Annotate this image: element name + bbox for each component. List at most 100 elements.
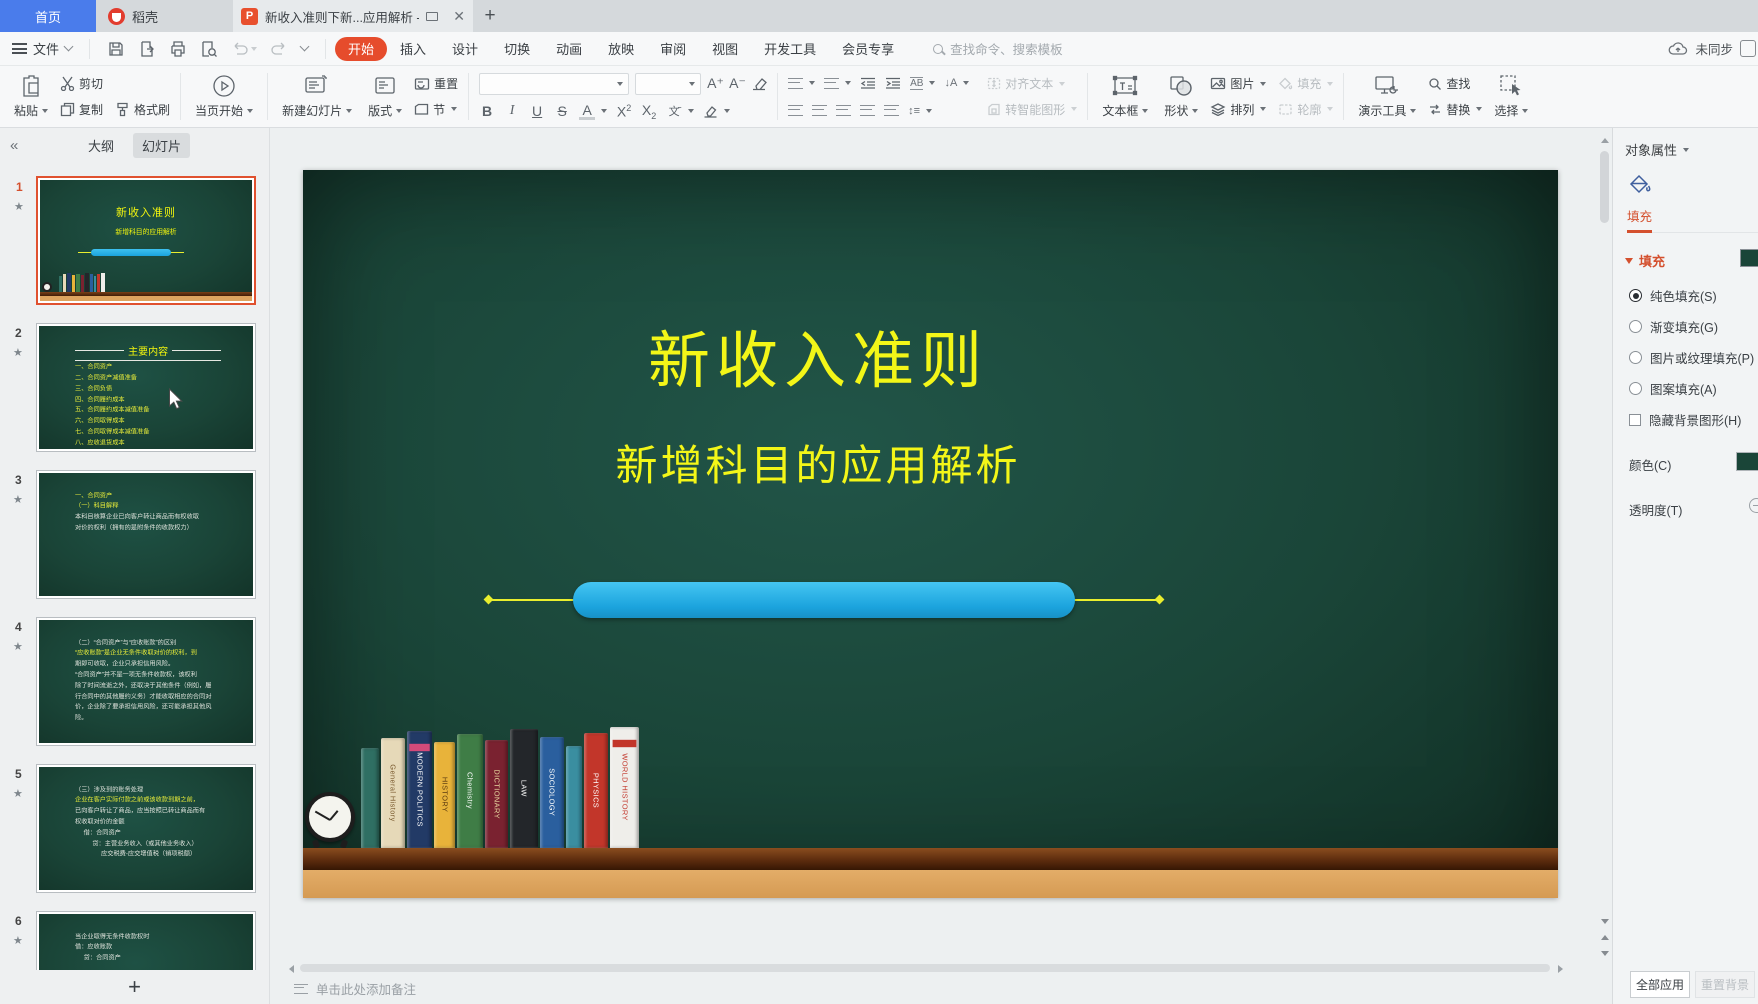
horizontal-scrollbar[interactable]	[300, 964, 1550, 972]
print-icon[interactable]	[169, 40, 187, 58]
present-tools-button[interactable]: 演示工具	[1354, 69, 1420, 124]
fill-option-radio[interactable]: 纯色填充(S)	[1629, 286, 1758, 305]
arrange-button[interactable]: 排列	[1210, 101, 1266, 118]
distribute-icon[interactable]	[884, 105, 899, 116]
window-mode-icon[interactable]	[426, 12, 438, 21]
vscroll-thumb[interactable]	[1600, 151, 1609, 223]
menu-item-放映[interactable]: 放映	[595, 37, 647, 61]
fill-tab[interactable]: 填充	[1627, 206, 1652, 233]
color-swatch[interactable]	[1736, 452, 1758, 471]
layout-button[interactable]: 版式	[364, 69, 406, 124]
animation-star-icon[interactable]: ★	[13, 493, 23, 506]
font-size-combo[interactable]	[635, 73, 701, 95]
italic-button[interactable]: I	[504, 103, 520, 119]
animation-star-icon[interactable]: ★	[13, 640, 23, 653]
menu-item-动画[interactable]: 动画	[543, 37, 595, 61]
subscript-button[interactable]: X2	[641, 102, 657, 121]
cut-button[interactable]: 剪切	[60, 75, 103, 92]
notes-bar[interactable]: 单击此处添加备注	[294, 979, 416, 998]
reset-button[interactable]: 重置	[414, 75, 458, 92]
increase-indent-button[interactable]	[885, 77, 901, 89]
slide-canvas[interactable]: 新收入准则 新增科目的应用解析 General HistoryMODERN PO…	[303, 170, 1558, 898]
menu-item-开发工具[interactable]: 开发工具	[751, 37, 829, 61]
transparency-decrease-icon[interactable]	[1749, 498, 1758, 513]
line-spacing-button[interactable]: ↕≡	[908, 105, 932, 117]
bold-button[interactable]: B	[479, 103, 495, 119]
close-tab-icon[interactable]: ✕	[453, 9, 465, 23]
find-button[interactable]: 查找	[1428, 75, 1482, 92]
font-family-combo[interactable]	[479, 73, 629, 95]
next-slide-button[interactable]	[1601, 951, 1609, 956]
command-search[interactable]: 查找命令、搜索模板	[933, 39, 1063, 58]
slide-thumbnail-5[interactable]: 5★（三）涉及到的账务处理企业在客户实际付款之前或该收款到期之前，已向客户转让了…	[36, 764, 256, 893]
slide-subtitle[interactable]: 新增科目的应用解析	[303, 432, 1333, 493]
menu-item-设计[interactable]: 设计	[439, 37, 491, 61]
align-text-button[interactable]: 对齐文本	[987, 75, 1077, 92]
add-slide-button[interactable]: +	[0, 970, 269, 1004]
animation-star-icon[interactable]: ★	[13, 346, 23, 359]
hscroll-right-arrow[interactable]	[1558, 965, 1563, 973]
fill-option-radio[interactable]: 渐变填充(G)	[1629, 317, 1758, 336]
fill-button[interactable]: 填充	[1278, 75, 1333, 92]
increase-font-button[interactable]: A⁺	[707, 75, 723, 92]
animation-star-icon[interactable]: ★	[13, 787, 23, 800]
hscroll-left-arrow[interactable]	[289, 965, 294, 973]
panel-title-row[interactable]: 对象属性	[1613, 128, 1758, 159]
vscroll-down-arrow[interactable]	[1601, 919, 1609, 924]
numbered-list-button[interactable]	[824, 78, 851, 89]
tab-outline[interactable]: 大纲	[79, 133, 123, 158]
hide-background-checkbox[interactable]: 隐藏背景图形(H)	[1629, 410, 1758, 429]
account-icon[interactable]	[1740, 40, 1756, 57]
undo-button[interactable]	[231, 41, 257, 57]
vscroll-up-arrow[interactable]	[1601, 138, 1609, 143]
slide-title[interactable]: 新收入准则	[303, 310, 1333, 400]
slide-thumbnail-4[interactable]: 4★（二）“合同资产”与“应收账款”的区别“应收账款”是企业无条件收取对价的权利…	[36, 617, 256, 746]
export-icon[interactable]	[138, 40, 156, 58]
collapse-sidebar-button[interactable]: «	[10, 137, 34, 154]
shapes-button[interactable]: 形状	[1160, 69, 1202, 124]
clear-format-icon[interactable]	[751, 77, 767, 91]
fill-bucket-icon[interactable]	[1627, 173, 1653, 199]
menu-item-审阅[interactable]: 审阅	[647, 37, 699, 61]
paste-button[interactable]: 粘贴	[10, 69, 52, 124]
bullet-list-button[interactable]	[788, 78, 815, 89]
select-button[interactable]: 选择	[1490, 69, 1532, 124]
animation-star-icon[interactable]: ★	[14, 200, 24, 213]
slide-thumbnail-1[interactable]: 1★新收入准则新增科目的应用解析	[36, 176, 256, 305]
fill-option-radio[interactable]: 图片或纹理填充(P)	[1629, 348, 1758, 367]
animation-star-icon[interactable]: ★	[13, 934, 23, 947]
menu-item-插入[interactable]: 插入	[387, 37, 439, 61]
replace-button[interactable]: 替换	[1428, 101, 1482, 118]
strikethrough-button[interactable]: S	[554, 103, 570, 119]
underline-button[interactable]: U	[529, 103, 545, 119]
new-tab-button[interactable]: +	[473, 0, 507, 32]
font-color-button[interactable]: A	[579, 103, 607, 120]
vertical-scrollbar[interactable]	[1599, 138, 1610, 223]
cloud-sync-icon[interactable]	[1668, 41, 1688, 56]
superscript-button[interactable]: X2	[616, 103, 632, 120]
decrease-font-button[interactable]: A⁻	[729, 75, 745, 92]
text-direction-button[interactable]: AB	[910, 77, 935, 90]
slide-thumbnail-6[interactable]: 6★当企业取得无条件收款权时借：应收账款贷：合同资产	[36, 911, 256, 970]
align-left-icon[interactable]	[788, 105, 803, 116]
menu-item-视图[interactable]: 视图	[699, 37, 751, 61]
align-center-icon[interactable]	[812, 105, 827, 116]
reset-background-button[interactable]: 重置背景	[1695, 971, 1755, 998]
print-preview-icon[interactable]	[200, 40, 218, 58]
tab-slides[interactable]: 幻灯片	[133, 133, 190, 158]
decrease-indent-button[interactable]	[860, 77, 876, 89]
play-from-page-button[interactable]: 当页开始	[191, 69, 257, 124]
outline-button[interactable]: 轮廓	[1278, 101, 1333, 118]
tab-document[interactable]: P 新收入准则下新...应用解析 - ✕	[233, 0, 473, 32]
vertical-text-button[interactable]: ↓A	[944, 77, 969, 89]
file-menu-button[interactable]: 文件	[12, 39, 72, 58]
save-icon[interactable]	[107, 40, 125, 58]
tab-home[interactable]: 首页	[0, 0, 96, 32]
slide-thumbnail-2[interactable]: 2★主要内容一、合同资产二、合同资产减值准备三、合同负债四、合同履约成本五、合同…	[36, 323, 256, 452]
new-slide-button[interactable]: 新建幻灯片	[278, 69, 356, 124]
pill-shape[interactable]	[573, 582, 1075, 618]
phonetic-guide-button[interactable]: 文̄	[666, 103, 694, 119]
fill-option-radio[interactable]: 图案填充(A)	[1629, 379, 1758, 398]
fill-section-header[interactable]: 填充	[1613, 233, 1758, 270]
smart-graphic-button[interactable]: 转智能图形	[987, 101, 1077, 118]
